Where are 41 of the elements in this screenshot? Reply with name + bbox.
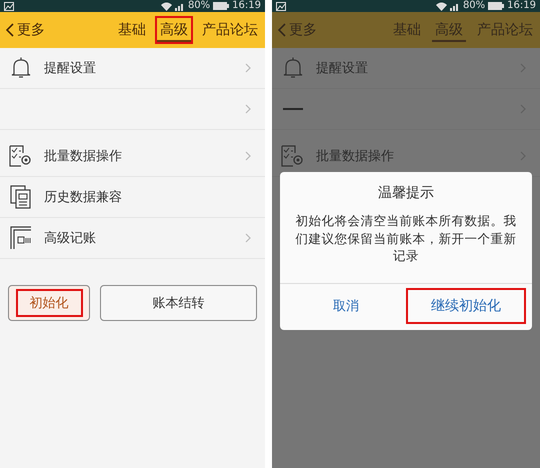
dialog-button[interactable]: 取消 — [286, 288, 406, 324]
row-label: 提醒设置 — [44, 60, 96, 77]
checklist-gear-icon — [9, 145, 33, 167]
signal-icon — [450, 2, 460, 10]
battery-icon — [213, 2, 230, 10]
action-button[interactable]: 账本结转 — [100, 285, 257, 321]
clock-time: 16:19 — [507, 0, 536, 12]
layout-icon — [10, 226, 32, 250]
dialog-title: 温馨提示 — [378, 184, 434, 202]
back-button[interactable]: 更多 — [4, 19, 47, 41]
tab[interactable]: 高级 — [155, 16, 193, 44]
tab[interactable]: 产品论坛 — [197, 16, 263, 44]
action-button[interactable]: 初始化 — [8, 285, 90, 321]
battery-icon — [488, 2, 504, 10]
signal-icon — [174, 2, 185, 10]
battery-percent: 80% — [462, 0, 486, 12]
checklist-gear-icon — [281, 145, 305, 167]
picture-notification-icon — [4, 2, 14, 10]
chevron-right-icon — [245, 233, 251, 243]
back-chevron-icon — [278, 23, 286, 37]
row-label: 批量数据操作 — [44, 148, 122, 165]
chevron-right-icon — [245, 104, 251, 114]
dash-icon — [283, 108, 303, 110]
picture-notification-icon — [276, 2, 286, 10]
clock-time: 16:19 — [232, 0, 261, 12]
back-chevron-icon — [6, 23, 14, 37]
bell-icon — [11, 57, 31, 79]
wifi-icon — [160, 2, 172, 10]
row-label: 高级记账 — [44, 230, 96, 247]
row-label: 批量数据操作 — [316, 148, 394, 165]
battery-percent: 80% — [188, 0, 210, 12]
tab[interactable]: 基础 — [113, 16, 151, 44]
row-label: 提醒设置 — [316, 60, 368, 77]
chevron-right-icon — [245, 63, 251, 73]
wifi-icon — [436, 2, 447, 10]
dialog-button[interactable]: 继续初始化 — [406, 288, 526, 324]
bell-icon — [283, 57, 303, 79]
chevron-right-icon — [245, 151, 251, 161]
dialog-message: 初始化将会清空当前账本所有数据。我们建议您保留当前账本，新开一个重新记录 — [294, 212, 518, 264]
documents-icon — [10, 185, 32, 209]
row-label: 历史数据兼容 — [44, 189, 122, 206]
